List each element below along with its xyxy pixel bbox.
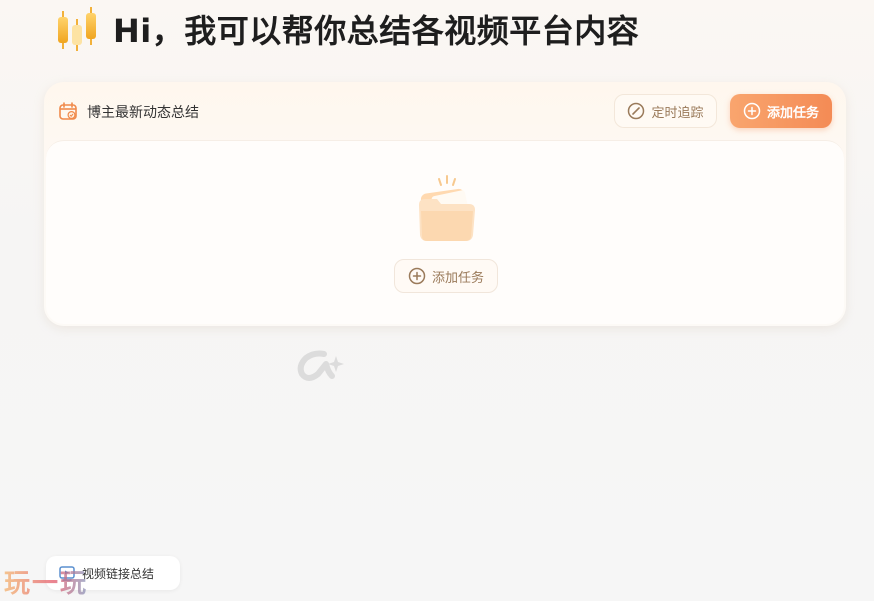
candlestick-chart-icon (58, 7, 96, 51)
site-watermark: 玩一玩 (4, 563, 104, 599)
page-title: Hi，我可以帮你总结各视频平台内容 (113, 12, 640, 50)
empty-add-task-button[interactable]: 添加任务 (394, 259, 498, 293)
plus-circle-icon (408, 267, 426, 285)
add-task-button[interactable]: 添加任务 (730, 94, 832, 128)
task-card: 博主最新动态总结 定时追踪 添加任务 添加任务 (44, 82, 846, 326)
plus-circle-icon (743, 102, 761, 120)
compass-icon (628, 102, 645, 120)
task-card-header: 博主最新动态总结 定时追踪 添加任务 (44, 82, 846, 140)
task-empty-state: 添加任务 (46, 140, 844, 324)
schedule-tracking-label: 定时追踪 (651, 105, 704, 121)
alpha-logo-icon (297, 350, 344, 381)
page-header: Hi，我可以帮你总结各视频平台内容 (55, 4, 639, 54)
empty-add-task-label: 添加任务 (431, 270, 484, 286)
folder-sparkle-icon (419, 175, 475, 241)
schedule-tracking-button[interactable]: 定时追踪 (614, 94, 717, 128)
task-card-title: 博主最新动态总结 (87, 105, 199, 121)
add-task-label: 添加任务 (766, 105, 819, 121)
calendar-check-icon (59, 102, 77, 120)
